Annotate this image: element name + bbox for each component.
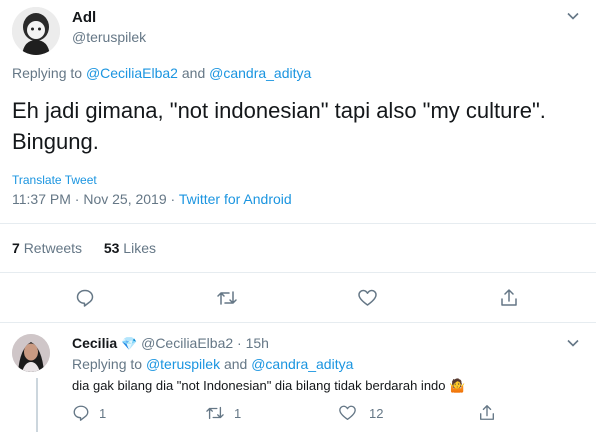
chevron-down-icon[interactable] bbox=[566, 336, 580, 350]
user-handle[interactable]: @CeciliaElba2 bbox=[141, 335, 233, 351]
reply-count: 1 bbox=[99, 405, 107, 421]
reply-time[interactable]: 15h bbox=[246, 335, 269, 351]
tweet-source[interactable]: Twitter for Android bbox=[179, 191, 292, 207]
chevron-down-icon[interactable] bbox=[566, 9, 580, 23]
retweets-stat[interactable]: 7 Retweets bbox=[12, 240, 86, 256]
heart-icon[interactable] bbox=[357, 288, 378, 308]
verified-badge-icon: 💎 bbox=[121, 336, 138, 351]
like-button[interactable]: 12 bbox=[338, 404, 383, 422]
display-name[interactable]: Cecilia bbox=[72, 335, 117, 351]
share-icon[interactable] bbox=[499, 287, 519, 308]
divider bbox=[0, 322, 596, 323]
mention-link[interactable]: @CeciliaElba2 bbox=[86, 65, 178, 81]
tweet-date[interactable]: Nov 25, 2019 bbox=[83, 191, 166, 207]
avatar[interactable] bbox=[12, 7, 60, 55]
replying-to: Replying to @teruspilek and @candra_adit… bbox=[72, 356, 354, 372]
retweet-count: 1 bbox=[234, 405, 242, 421]
likes-stat[interactable]: 53 Likes bbox=[104, 240, 156, 256]
avatar[interactable] bbox=[12, 334, 50, 372]
shrug-emoji: 🤷 bbox=[449, 378, 466, 393]
retweet-icon[interactable] bbox=[216, 288, 238, 308]
retweet-button[interactable]: 1 bbox=[205, 404, 241, 422]
translate-tweet-link[interactable]: Translate Tweet bbox=[12, 173, 97, 187]
retweet-icon bbox=[205, 404, 225, 422]
replying-to: Replying to @CeciliaElba2 and @candra_ad… bbox=[12, 65, 312, 81]
heart-icon bbox=[338, 404, 357, 422]
tweet-time[interactable]: 11:37 PM bbox=[12, 191, 71, 207]
reply-header: Cecilia 💎 @CeciliaElba2 · 15h bbox=[72, 335, 269, 351]
reply-icon[interactable] bbox=[75, 288, 95, 308]
thread-line bbox=[36, 378, 38, 432]
like-count: 12 bbox=[369, 405, 384, 421]
mention-link[interactable]: @candra_aditya bbox=[209, 65, 311, 81]
tweet-timestamp: 11:37 PM · Nov 25, 2019 · Twitter for An… bbox=[12, 191, 292, 207]
mention-link[interactable]: @candra_aditya bbox=[251, 356, 353, 372]
share-icon[interactable] bbox=[478, 403, 496, 422]
user-handle[interactable]: @teruspilek bbox=[72, 29, 146, 45]
tweet-text: Eh jadi gimana, "not indonesian" tapi al… bbox=[12, 98, 546, 154]
mention-link[interactable]: @teruspilek bbox=[146, 356, 220, 372]
divider bbox=[0, 272, 596, 273]
reply-icon bbox=[72, 404, 90, 422]
reply-button[interactable]: 1 bbox=[72, 404, 106, 422]
divider bbox=[0, 223, 596, 224]
display-name[interactable]: Adl bbox=[72, 9, 96, 26]
reply-text: dia gak bilang dia "not Indonesian" dia … bbox=[72, 378, 466, 393]
tweet-stats: 7 Retweets 53 Likes bbox=[12, 240, 156, 256]
